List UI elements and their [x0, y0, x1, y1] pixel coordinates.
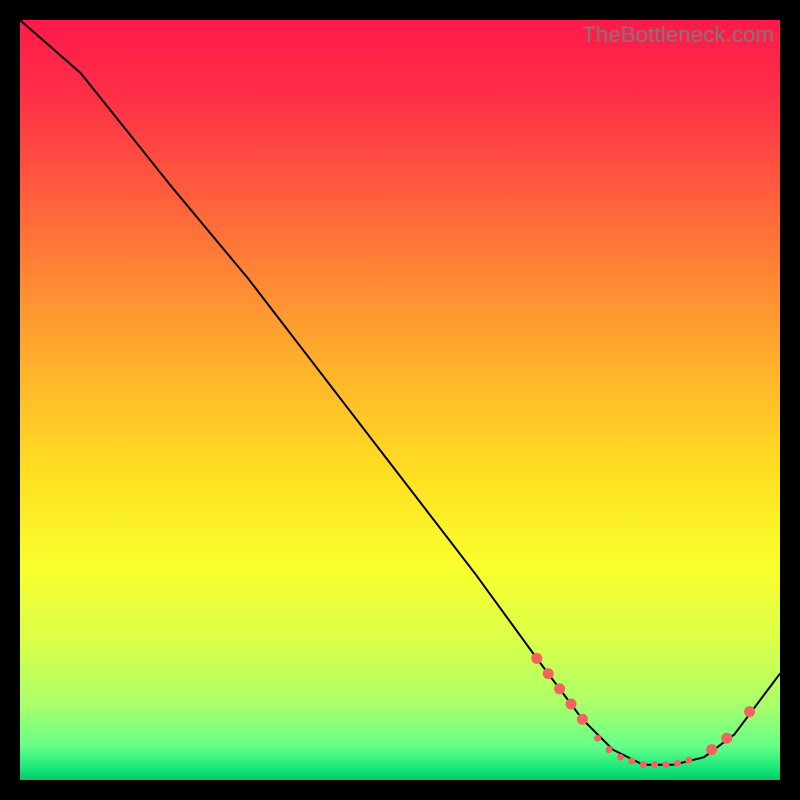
highlight-dot [594, 735, 601, 742]
highlight-dot [706, 744, 717, 755]
highlight-dot [531, 653, 542, 664]
gradient-background [20, 20, 780, 780]
highlight-dot [651, 761, 658, 768]
highlight-dot [685, 757, 692, 764]
bottleneck-chart [20, 20, 780, 780]
highlight-dot [606, 746, 613, 753]
highlight-dot [566, 699, 577, 710]
highlight-dot [744, 706, 755, 717]
highlight-dot [628, 758, 635, 765]
highlight-dot [663, 761, 670, 768]
chart-frame: TheBottleneck.com [20, 20, 780, 780]
highlight-dot [554, 683, 565, 694]
highlight-dot [674, 760, 681, 767]
highlight-dot [577, 714, 588, 725]
watermark-label: TheBottleneck.com [582, 22, 774, 48]
highlight-dot [543, 668, 554, 679]
highlight-dot [617, 754, 624, 761]
highlight-dot [721, 733, 732, 744]
highlight-dot [640, 761, 647, 768]
